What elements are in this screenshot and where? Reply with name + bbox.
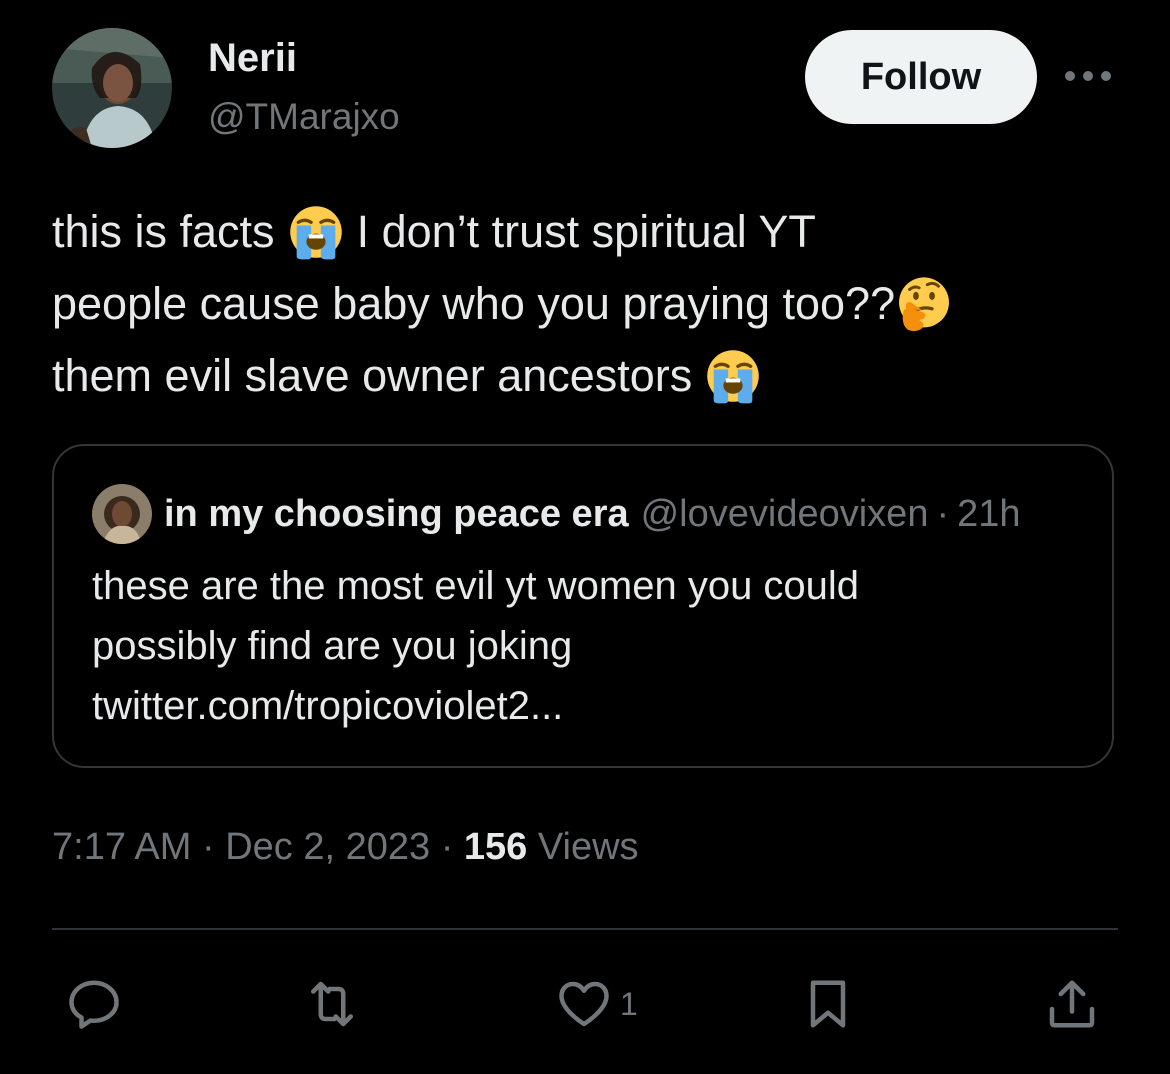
thinking-face-emoji-icon (895, 275, 953, 333)
quoted-tweet-text: these are the most evil yt women you cou… (92, 556, 1082, 736)
tweet-text: this is facts I don’t trust spiritual YT… (52, 196, 1132, 412)
tweet-text-line: people cause baby who you praying too?? (52, 268, 1132, 340)
follow-button[interactable]: Follow (805, 30, 1037, 124)
reply-icon (69, 980, 119, 1029)
tweet-meta: 7:17 AM · Dec 2, 2023 · 156 Views (52, 826, 639, 869)
author-name[interactable]: Nerii (208, 36, 297, 81)
quoted-separator: · (936, 492, 950, 535)
loudly-crying-face-emoji-icon (287, 203, 345, 261)
quoted-author-name[interactable]: in my choosing peace era (164, 493, 629, 536)
tweet-text-segment: this is facts (52, 206, 275, 257)
tweet-text-line: this is facts I don’t trust spiritual YT (52, 196, 1132, 268)
meta-separator: · (440, 826, 454, 868)
loudly-crying-face-emoji-icon (704, 347, 762, 405)
quoted-tweet-header: in my choosing peace era @lovevideovixen… (164, 490, 1084, 538)
tweet-text-segment: I don’t trust spiritual YT (356, 206, 816, 257)
quoted-text-link[interactable]: twitter.com/tropicoviolet2... (92, 676, 1082, 736)
tweet-date[interactable]: Dec 2, 2023 (225, 826, 430, 868)
bookmark-icon (810, 980, 846, 1028)
tweet-time[interactable]: 7:17 AM (52, 826, 191, 868)
quoted-tweet-card[interactable]: in my choosing peace era @lovevideovixen… (52, 444, 1114, 768)
tweet-text-segment: them evil slave owner ancestors (52, 350, 693, 401)
author-handle[interactable]: @TMarajxo (208, 96, 400, 138)
quoted-timestamp: 21h (957, 492, 1021, 535)
meta-separator: · (201, 826, 215, 868)
heart-icon (559, 981, 609, 1027)
quoted-author-handle[interactable]: @lovevideovixen (641, 493, 929, 536)
bookmark-button[interactable] (798, 972, 858, 1036)
views-count: 156 (463, 826, 528, 868)
more-dots-icon (1065, 71, 1111, 81)
divider (52, 928, 1118, 930)
quoted-avatar-icon (92, 484, 152, 544)
retweet-button[interactable] (302, 972, 362, 1036)
share-icon (1049, 980, 1095, 1028)
author-avatar[interactable] (52, 28, 172, 148)
like-count: 1 (620, 985, 638, 1022)
views-label: Views (537, 826, 639, 868)
like-button[interactable]: 1 (554, 972, 638, 1036)
quoted-text-line: these are the most evil yt women you cou… (92, 564, 860, 608)
profile-photo-avatar-icon (52, 28, 172, 148)
tweet-text-line: them evil slave owner ancestors (52, 340, 1132, 412)
tweet-text-segment: people cause baby who you praying too?? (52, 278, 896, 329)
reply-button[interactable] (64, 972, 124, 1036)
retweet-icon (311, 981, 353, 1027)
more-options-button[interactable] (1060, 58, 1116, 94)
quoted-text-line: possibly find are you joking (92, 624, 573, 668)
quoted-author-avatar (92, 484, 152, 544)
share-button[interactable] (1042, 972, 1102, 1036)
